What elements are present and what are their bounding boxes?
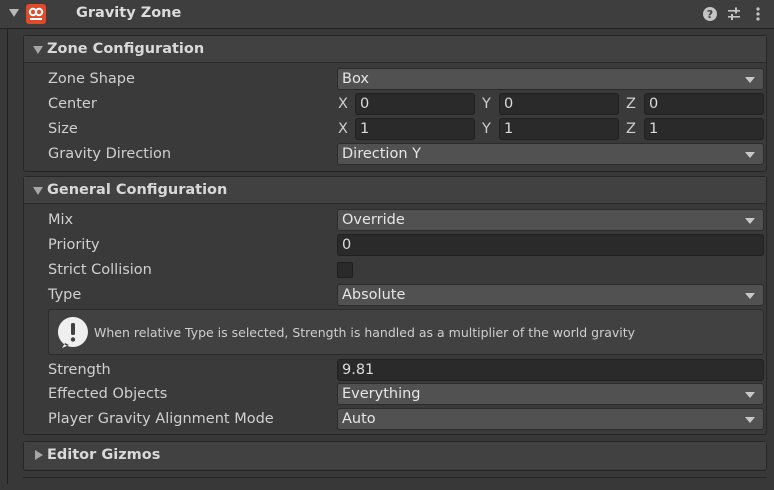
effected-objects-dropdown[interactable]: Everything [337, 383, 764, 405]
center-label: Center [48, 96, 97, 112]
editor-gizmos-section: Editor Gizmos [23, 441, 767, 471]
alignment-mode-value: Auto [342, 411, 376, 427]
size-x-field[interactable]: 1 [355, 118, 475, 140]
zone-shape-label: Zone Shape [48, 71, 135, 87]
size-y-label[interactable]: Y [482, 121, 491, 137]
gravity-direction-label: Gravity Direction [48, 146, 172, 162]
foldout-arrow-right-icon[interactable] [35, 450, 43, 460]
priority-row: Priority 0 [48, 234, 764, 257]
zone-shape-value: Box [342, 71, 369, 87]
center-row: Center X 0 Y 0 Z 0 [48, 93, 764, 116]
gravity-direction-value: Direction Y [342, 146, 421, 162]
effected-objects-row: Effected Objects Everything [48, 383, 764, 406]
center-y-label[interactable]: Y [482, 96, 491, 112]
priority-field[interactable]: 0 [337, 234, 764, 256]
section-title: Zone Configuration [47, 41, 205, 57]
type-row: Type Absolute [48, 284, 764, 307]
size-label: Size [48, 121, 78, 137]
type-dropdown[interactable]: Absolute [337, 284, 764, 306]
priority-label: Priority [48, 237, 100, 253]
strength-label: Strength [48, 362, 111, 378]
zone-shape-dropdown[interactable]: Box [337, 68, 764, 90]
chevron-down-icon [745, 152, 755, 158]
effected-objects-label: Effected Objects [48, 386, 168, 402]
kebab-menu-icon[interactable] [750, 6, 766, 22]
strength-row: Strength 9.81 [48, 359, 764, 382]
strict-collision-checkbox[interactable] [337, 262, 353, 278]
strict-collision-label: Strict Collision [48, 262, 152, 278]
chevron-down-icon [745, 293, 755, 299]
component-indent-line [7, 29, 17, 484]
chevron-down-icon [745, 218, 755, 224]
strict-collision-row: Strict Collision [48, 259, 764, 282]
preset-sliders-icon[interactable] [726, 6, 742, 22]
effected-objects-value: Everything [342, 386, 421, 402]
component-title: Gravity Zone [76, 5, 182, 21]
help-icon[interactable]: ? [702, 6, 718, 22]
alignment-mode-dropdown[interactable]: Auto [337, 408, 764, 430]
help-message: When relative Type is selected, Strength… [94, 325, 636, 340]
component-foldout-arrow-icon[interactable] [9, 9, 19, 17]
strength-field[interactable]: 9.81 [337, 359, 764, 381]
center-y-field[interactable]: 0 [499, 93, 619, 115]
warning-icon [56, 315, 90, 349]
foldout-arrow-icon[interactable] [33, 46, 43, 54]
size-z-field[interactable]: 1 [644, 118, 764, 140]
type-label: Type [48, 287, 82, 303]
gravity-direction-row: Gravity Direction Direction Y [48, 143, 764, 166]
chevron-down-icon [745, 77, 755, 83]
size-z-label[interactable]: Z [626, 121, 636, 137]
mix-value: Override [342, 212, 405, 228]
zone-shape-row: Zone Shape Box [48, 68, 764, 91]
zone-configuration-section: Zone Configuration Zone Shape Box Center… [23, 35, 767, 172]
type-value: Absolute [342, 287, 406, 303]
center-x-label[interactable]: X [338, 96, 348, 112]
mix-dropdown[interactable]: Override [337, 209, 764, 231]
center-x-field[interactable]: 0 [355, 93, 475, 115]
editor-gizmos-header[interactable]: Editor Gizmos [24, 442, 766, 469]
component-header: Gravity Zone ? [0, 0, 774, 29]
mix-label: Mix [48, 212, 74, 228]
zone-configuration-header[interactable]: Zone Configuration [24, 36, 766, 63]
general-configuration-section: General Configuration Mix Override Prior… [23, 176, 767, 435]
center-z-label[interactable]: Z [626, 96, 636, 112]
foldout-arrow-icon[interactable] [33, 187, 43, 195]
info-helpbox: When relative Type is selected, Strength… [48, 309, 764, 355]
section-title: Editor Gizmos [47, 447, 161, 463]
size-y-field[interactable]: 1 [499, 118, 619, 140]
alignment-mode-label: Player Gravity Alignment Mode [48, 411, 274, 427]
gravity-direction-dropdown[interactable]: Direction Y [337, 143, 764, 165]
alignment-mode-row: Player Gravity Alignment Mode Auto [48, 408, 764, 431]
chevron-down-icon [745, 417, 755, 423]
general-configuration-header[interactable]: General Configuration [24, 177, 766, 204]
center-z-field[interactable]: 0 [644, 93, 764, 115]
mix-row: Mix Override [48, 209, 764, 232]
chevron-down-icon [745, 392, 755, 398]
size-row: Size X 1 Y 1 Z 1 [48, 118, 764, 141]
divider [23, 477, 767, 478]
gravity-logo-icon [26, 4, 46, 24]
section-title: General Configuration [47, 182, 228, 198]
size-x-label[interactable]: X [338, 121, 348, 137]
svg-text:?: ? [707, 8, 713, 21]
